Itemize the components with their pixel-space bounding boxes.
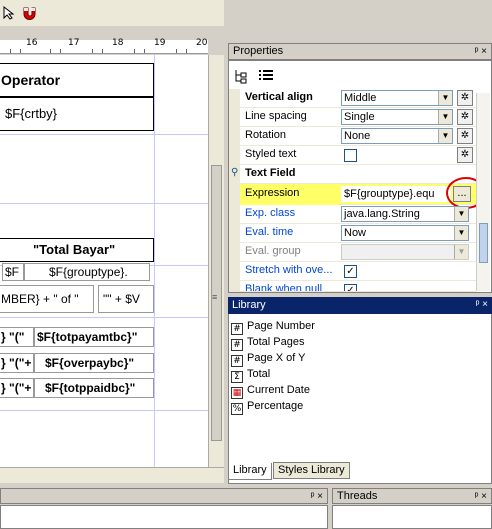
chevron-down-icon: ▼ [454, 245, 468, 259]
bottom-left-panel: ᵖ × [0, 488, 328, 529]
chevron-down-icon: ▼ [454, 226, 468, 240]
chevron-down-icon: ▼ [454, 207, 468, 221]
page-number-expression[interactable]: MBER} + " of " [0, 285, 94, 313]
prop-eval-time: Eval. time Now ▼ [240, 224, 476, 243]
report-canvas[interactable]: Operator $F{crtby} "Total Bayar" $F $F{g… [0, 55, 208, 467]
properties-gutter [229, 89, 240, 292]
totppaid-field[interactable]: $F{totppaidbc}" [34, 378, 154, 398]
threads-title-bar: Threads ᵖ × [332, 488, 492, 504]
operator-label[interactable]: Operator [0, 63, 154, 97]
gear-icon[interactable]: ✲ [457, 128, 473, 144]
library-item-percentage[interactable]: % Percentage [231, 398, 303, 415]
totppaid-prefix[interactable]: } "("+ [0, 378, 34, 398]
vertical-align-select[interactable]: Middle ▼ [341, 90, 453, 106]
threads-title: Threads [337, 490, 378, 502]
prop-expression: Expression $F{grouptype}.equ ... [240, 184, 476, 205]
f-field[interactable]: $F [2, 263, 24, 281]
percent-icon: % [231, 403, 243, 415]
magnet-icon[interactable] [22, 6, 36, 20]
rotation-select[interactable]: None ▼ [341, 128, 453, 144]
ruler-tick: 17 [68, 38, 80, 48]
library-item-total[interactable]: Σ Total [231, 366, 270, 383]
overpay-field[interactable]: $F{overpaybc}" [34, 353, 154, 373]
library-item-page-x-of-y[interactable]: # Page X of Y [231, 350, 306, 367]
crtby-field[interactable]: $F{crtby} [0, 97, 154, 131]
properties-title-bar: Properties ᵖ × [228, 43, 492, 60]
prop-styled-text: Styled text ✲ [240, 146, 476, 165]
prop-line-spacing: Line spacing Single ▼ ✲ [240, 108, 476, 127]
eval-time-select[interactable]: Now ▼ [341, 225, 469, 241]
library-title-bar: Library ᵖ × [228, 297, 492, 314]
eval-group-select: ▼ [341, 244, 469, 260]
pin-close-icon[interactable]: ᵖ × [466, 297, 488, 313]
prop-stretch-with-overflow: Stretch with ove... ✓ [240, 262, 476, 281]
prop-blank-when-null: Blank when null ✓ [240, 281, 476, 292]
list-view-icon[interactable] [258, 68, 274, 84]
threads-panel: Threads ᵖ × [332, 488, 492, 529]
pin-close-icon[interactable]: ᵖ × [465, 489, 487, 504]
tab-styles-library[interactable]: Styles Library [273, 462, 350, 479]
expression-field[interactable]: $F{grouptype}.equ [341, 186, 451, 202]
ruler-tick: 20 [196, 38, 208, 48]
total-bayar-header[interactable]: "Total Bayar" [0, 238, 154, 262]
page-total-expression[interactable]: "" + $V [98, 285, 154, 313]
designer-toolbar [0, 0, 224, 26]
chevron-down-icon: ▼ [438, 110, 452, 124]
totpayamt-prefix[interactable]: } "(" [0, 327, 34, 347]
key-icon: ⚲ [231, 167, 239, 178]
pin-close-icon[interactable]: ᵖ × [301, 489, 323, 504]
chevron-down-icon: ▼ [438, 91, 452, 105]
properties-title: Properties [233, 45, 284, 57]
stretch-checkbox[interactable]: ✓ [344, 265, 357, 278]
gear-icon[interactable]: ✲ [457, 147, 473, 163]
overpay-prefix[interactable]: } "("+ [0, 353, 34, 373]
designer-horizontal-scrollbar[interactable] [0, 467, 224, 483]
library-item-total-pages[interactable]: # Total Pages [231, 334, 304, 351]
library-item-current-date[interactable]: ▦ Current Date [231, 382, 310, 399]
tab-library[interactable]: Library [228, 463, 272, 480]
grouptype-field[interactable]: $F{grouptype}. [24, 263, 150, 281]
prop-rotation: Rotation None ▼ ✲ [240, 127, 476, 146]
cursor-icon[interactable] [2, 5, 16, 20]
styled-text-checkbox[interactable] [344, 149, 357, 162]
ruler-tick: 16 [26, 38, 38, 48]
splitter-grip-icon[interactable]: ≡ [212, 292, 218, 302]
horizontal-ruler: 16 17 18 19 20 [0, 38, 208, 54]
prop-eval-group: Eval. group ▼ [240, 243, 476, 262]
report-designer: 16 17 18 19 20 Operator $F{crtby} "Total… [0, 0, 224, 488]
gear-icon[interactable]: ✲ [457, 90, 473, 106]
properties-scrollbar[interactable] [476, 93, 490, 291]
library-title: Library [232, 299, 266, 311]
section-text-field[interactable]: Text Field [240, 165, 476, 184]
designer-vertical-scrollbar[interactable] [208, 55, 224, 467]
bottom-left-title-bar: ᵖ × [0, 488, 328, 504]
gear-icon[interactable]: ✲ [457, 109, 473, 125]
chevron-down-icon: ▼ [438, 129, 452, 143]
pin-close-icon[interactable]: ᵖ × [465, 44, 487, 59]
prop-vertical-align: Vertical align Middle ▼ ✲ [240, 89, 476, 108]
library-item-page-number[interactable]: # Page Number [231, 318, 315, 335]
prop-exp-class: Exp. class java.lang.String ▼ [240, 205, 476, 224]
ruler-tick: 19 [154, 38, 166, 48]
line-spacing-select[interactable]: Single ▼ [341, 109, 453, 125]
tree-view-icon[interactable] [233, 68, 249, 84]
exp-class-select[interactable]: java.lang.String ▼ [341, 206, 469, 222]
blank-when-null-checkbox[interactable]: ✓ [344, 284, 357, 291]
totpayamt-field[interactable]: $F{totpayamtbc}" [34, 327, 154, 347]
ruler-tick: 18 [112, 38, 124, 48]
